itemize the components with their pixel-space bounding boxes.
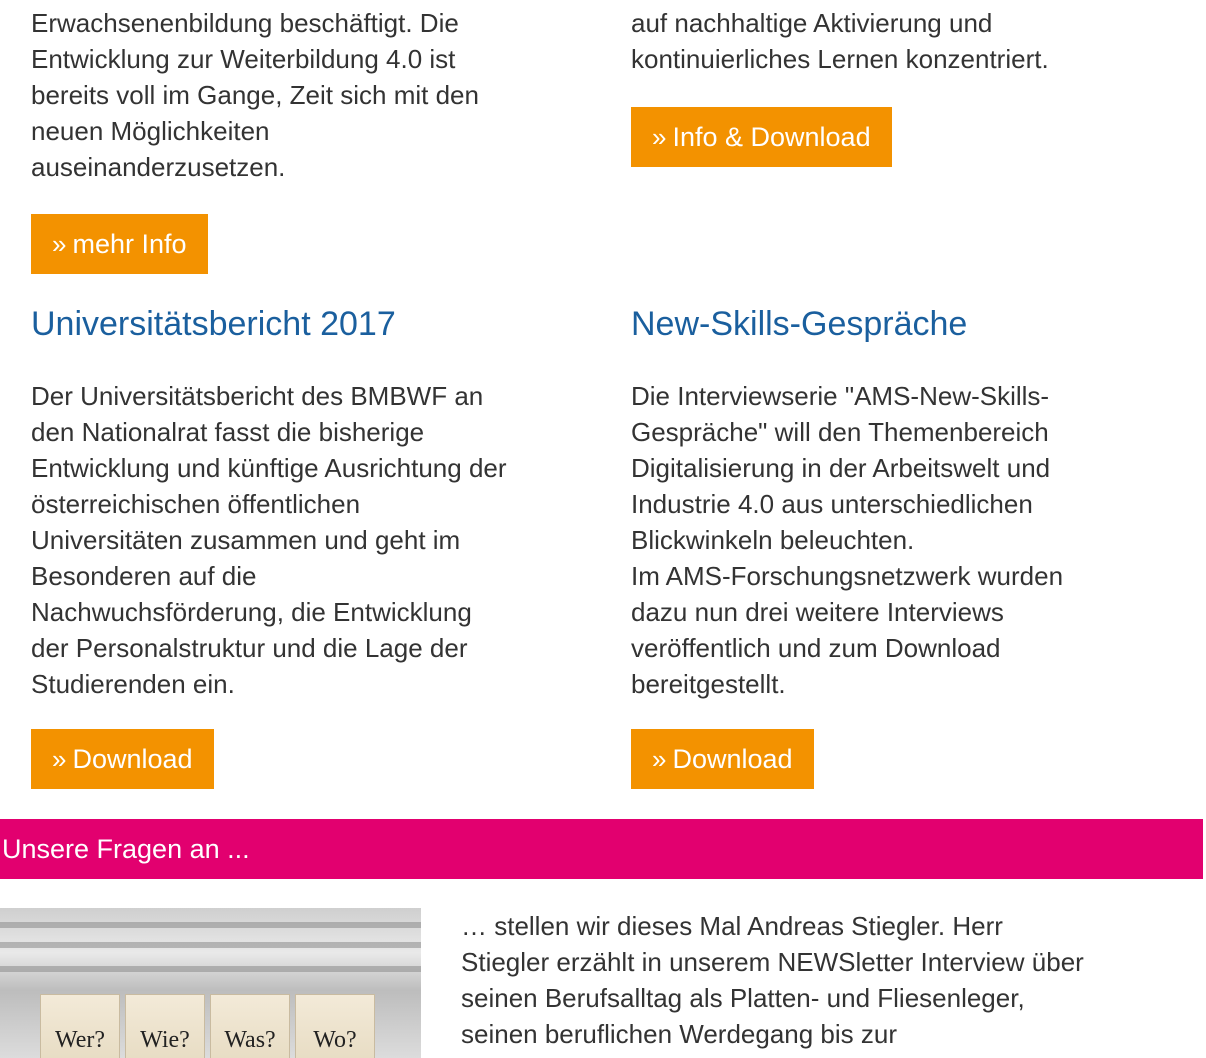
mehr-info-button-label: mehr Info (72, 229, 187, 259)
universitaetsbericht-download-button[interactable]: » Download (31, 729, 214, 789)
double-chevron-right-icon: » (52, 744, 67, 774)
info-download-button[interactable]: » Info & Download (631, 107, 892, 167)
image-stripe (0, 922, 421, 928)
new-skills-text: Die Interviewserie "AMS-New-Skills- Gesp… (631, 381, 1064, 699)
universitaetsbericht-section: Universitätsbericht 2017 Der Universität… (31, 304, 571, 702)
double-chevron-right-icon: » (52, 229, 67, 259)
left-intro-section: Erwachsenenbildung beschäftigt. Die Entw… (31, 5, 571, 185)
image-word-cube: Wo? (295, 994, 375, 1058)
new-skills-download-button[interactable]: » Download (631, 729, 814, 789)
image-word-cube: Was? (210, 994, 290, 1058)
universitaetsbericht-text: Der Universitätsbericht des BMBWF an den… (31, 381, 507, 699)
right-intro-text: auf nachhaltige Aktivierung und kontinui… (631, 8, 1049, 74)
image-word-cube: Wer? (40, 994, 120, 1058)
left-intro-text: Erwachsenenbildung beschäftigt. Die Entw… (31, 8, 479, 182)
new-skills-section: New-Skills-Gespräche Die Interviewserie … (631, 304, 1171, 702)
info-download-button-label: Info & Download (672, 122, 871, 152)
interview-section-header: Unsere Fragen an ... (0, 819, 1203, 879)
interview-image: Wer? Wie? Was? Wo? (0, 908, 421, 1058)
right-intro-section: auf nachhaltige Aktivierung und kontinui… (631, 5, 1171, 77)
image-word-cube: Wie? (125, 994, 205, 1058)
new-skills-download-label: Download (672, 744, 793, 774)
newsletter-page: Erwachsenenbildung beschäftigt. Die Entw… (0, 0, 1206, 1058)
new-skills-title[interactable]: New-Skills-Gespräche (631, 304, 1171, 344)
mehr-info-button[interactable]: » mehr Info (31, 214, 208, 274)
interview-intro-text: … stellen wir dieses Mal Andreas Stiegle… (461, 911, 1084, 1049)
image-stripe (0, 966, 421, 972)
image-stripe (0, 942, 421, 948)
universitaetsbericht-title[interactable]: Universitätsbericht 2017 (31, 304, 571, 344)
double-chevron-right-icon: » (652, 744, 667, 774)
double-chevron-right-icon: » (652, 122, 667, 152)
universitaetsbericht-download-label: Download (72, 744, 193, 774)
